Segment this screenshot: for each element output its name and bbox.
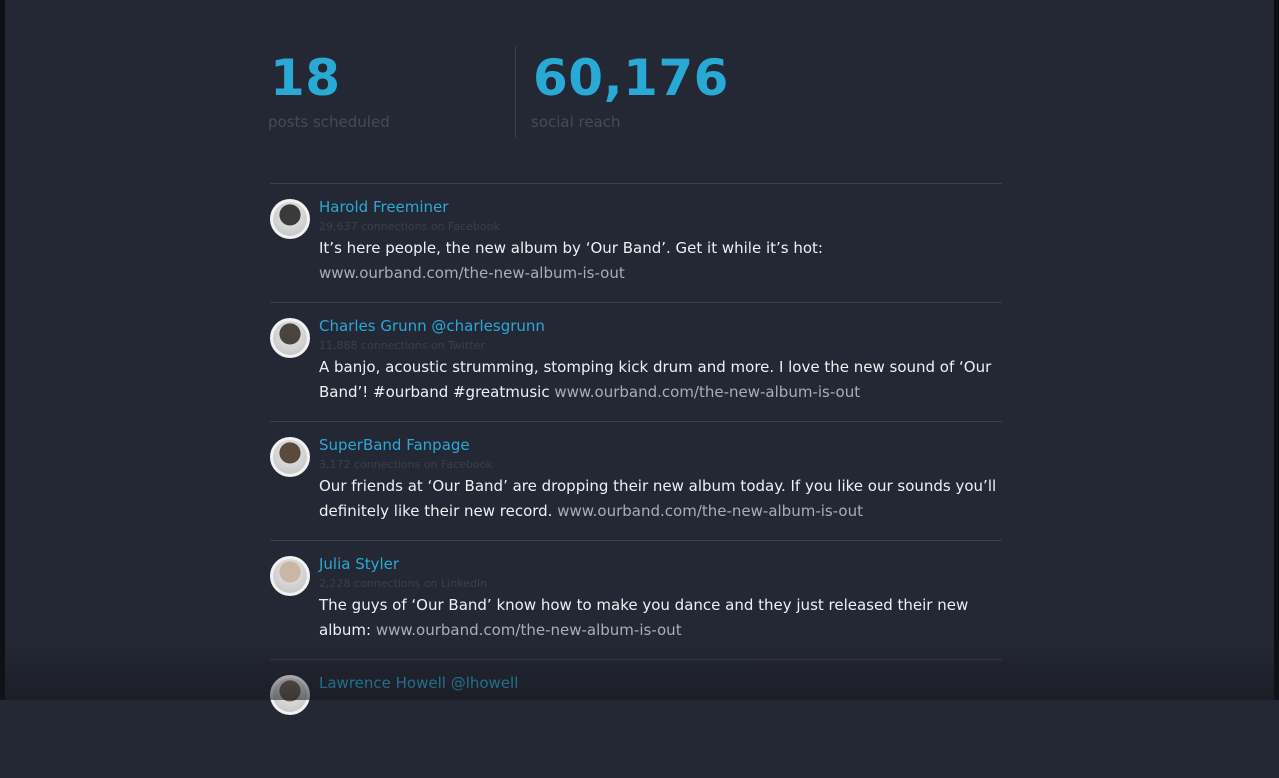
post-author[interactable]: Lawrence Howell @lhowell xyxy=(319,672,1002,694)
stats-summary: 18 posts scheduled 60,176 social reach xyxy=(268,46,1008,138)
post-author[interactable]: Harold Freeminer xyxy=(319,196,1002,218)
post-connections: 11,888 connections on Twitter xyxy=(319,339,485,352)
left-edge xyxy=(0,0,5,700)
post-item[interactable]: Lawrence Howell @lhowell xyxy=(270,659,1002,778)
avatar-photo-icon[interactable] xyxy=(270,556,310,596)
stat-value: 60,176 xyxy=(533,49,729,107)
stat-label: posts scheduled xyxy=(268,113,390,131)
stat-posts-scheduled: 18 posts scheduled xyxy=(268,46,515,138)
avatar-face xyxy=(273,678,307,712)
post-feed: Harold Freeminer 29,637 connections on F… xyxy=(270,183,1002,778)
post-body: SuperBand Fanpage 3,172 connections on F… xyxy=(319,434,1002,524)
avatar-face xyxy=(273,202,307,236)
avatar-face xyxy=(273,559,307,593)
post-author[interactable]: SuperBand Fanpage xyxy=(319,434,1002,456)
stats-divider xyxy=(515,46,516,138)
post-text: Our friends at ‘Our Band’ are dropping t… xyxy=(319,474,1002,524)
post-text: A banjo, acoustic strumming, stomping ki… xyxy=(319,355,1002,405)
post-item[interactable]: Harold Freeminer 29,637 connections on F… xyxy=(270,183,1002,302)
stat-value: 18 xyxy=(270,49,341,107)
post-item[interactable]: Julia Styler 2,228 connections on Linked… xyxy=(270,540,1002,659)
avatar-face xyxy=(273,321,307,355)
post-text: The guys of ‘Our Band’ know how to make … xyxy=(319,593,1002,643)
right-edge xyxy=(1274,0,1279,700)
post-link[interactable]: www.ourband.com/the-new-album-is-out xyxy=(554,383,860,401)
post-item[interactable]: SuperBand Fanpage 3,172 connections on F… xyxy=(270,421,1002,540)
post-author[interactable]: Charles Grunn @charlesgrunn xyxy=(319,315,1002,337)
stat-label: social reach xyxy=(531,113,621,131)
post-message: It’s here people, the new album by ‘Our … xyxy=(319,239,823,257)
post-body: Lawrence Howell @lhowell xyxy=(319,672,1002,695)
post-item[interactable]: Charles Grunn @charlesgrunn 11,888 conne… xyxy=(270,302,1002,421)
post-link[interactable]: www.ourband.com/the-new-album-is-out xyxy=(557,502,863,520)
post-author[interactable]: Julia Styler xyxy=(319,553,1002,575)
post-connections: 29,637 connections on Facebook xyxy=(319,220,500,233)
stat-social-reach: 60,176 social reach xyxy=(531,46,831,138)
post-body: Harold Freeminer 29,637 connections on F… xyxy=(319,196,1002,286)
post-link[interactable]: www.ourband.com/the-new-album-is-out xyxy=(319,264,625,282)
avatar-face xyxy=(273,440,307,474)
avatar-photo-icon[interactable] xyxy=(270,437,310,477)
post-connections: 2,228 connections on LinkedIn xyxy=(319,577,488,590)
avatar-photo-icon[interactable] xyxy=(270,675,310,715)
post-text: It’s here people, the new album by ‘Our … xyxy=(319,236,1002,286)
avatar-photo-icon[interactable] xyxy=(270,199,310,239)
avatar-photo-icon[interactable] xyxy=(270,318,310,358)
post-link[interactable]: www.ourband.com/the-new-album-is-out xyxy=(376,621,682,639)
post-body: Charles Grunn @charlesgrunn 11,888 conne… xyxy=(319,315,1002,405)
post-connections: 3,172 connections on Facebook xyxy=(319,458,493,471)
post-body: Julia Styler 2,228 connections on Linked… xyxy=(319,553,1002,643)
